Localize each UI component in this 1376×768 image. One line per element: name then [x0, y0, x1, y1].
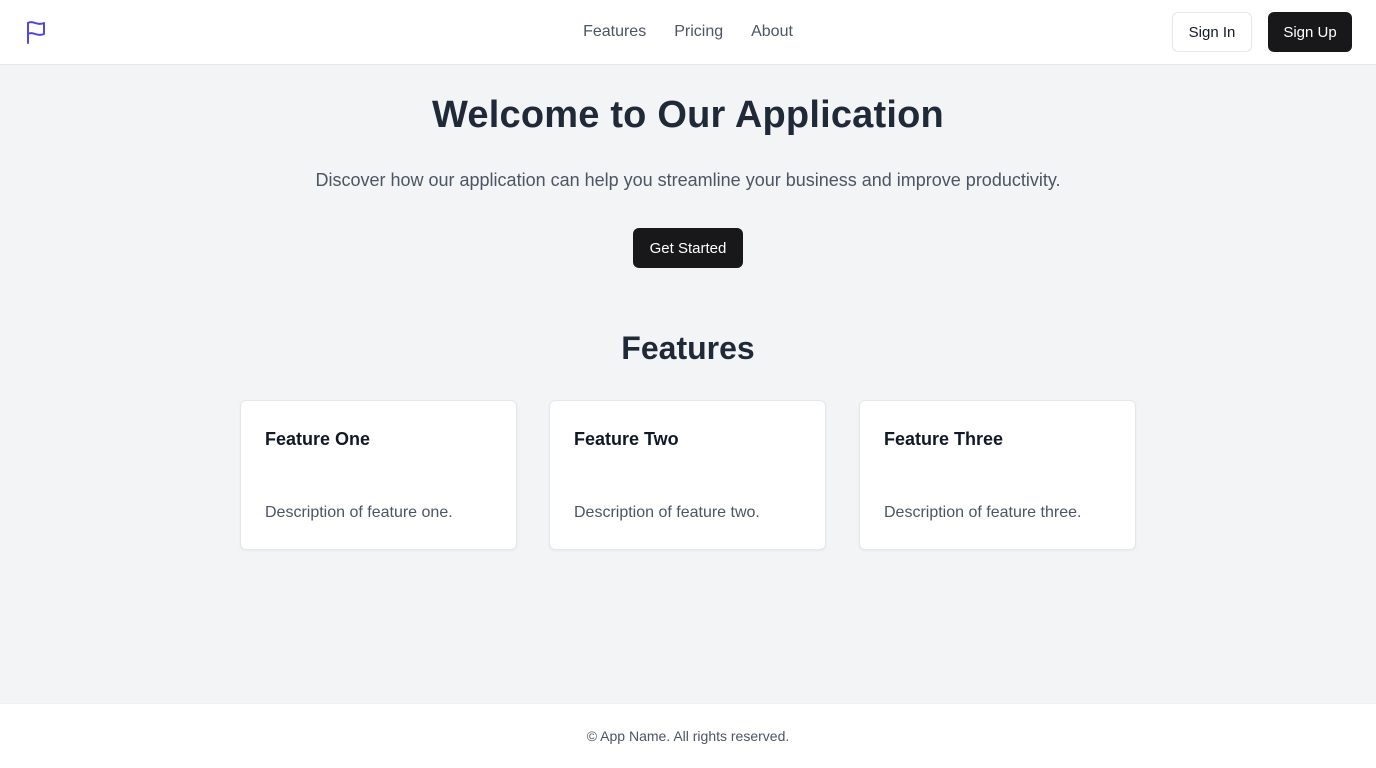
- sign-up-button[interactable]: Sign Up: [1268, 12, 1352, 52]
- feature-card-title: Feature One: [265, 429, 371, 449]
- sign-in-button[interactable]: Sign In: [1172, 12, 1252, 52]
- nav-link-pricing[interactable]: Pricing: [674, 23, 723, 41]
- feature-card-title: Feature Two: [574, 429, 679, 449]
- main-nav: Features Pricing About: [0, 0, 1376, 64]
- top-navigation-bar: Features Pricing About Sign In Sign Up: [0, 0, 1376, 65]
- get-started-button[interactable]: Get Started: [633, 228, 743, 268]
- feature-card-one: Feature One Description of feature one.: [240, 400, 517, 550]
- nav-link-features[interactable]: Features: [583, 23, 646, 41]
- nav-link-about[interactable]: About: [751, 23, 793, 41]
- logo-link[interactable]: [24, 19, 48, 45]
- copyright-text: © App Name. All rights reserved.: [586, 728, 790, 744]
- feature-card-three: Feature Three Description of feature thr…: [859, 400, 1136, 550]
- feature-card-title: Feature Three: [884, 429, 1004, 449]
- features-heading: Features: [621, 330, 755, 366]
- feature-card-description: Description of feature one.: [265, 504, 453, 521]
- hero-subtitle: Discover how our application can help yo…: [315, 170, 1061, 190]
- feature-card-description: Description of feature three.: [884, 504, 1082, 521]
- footer: © App Name. All rights reserved.: [0, 703, 1376, 768]
- flag-icon: [27, 21, 45, 44]
- feature-card-two: Feature Two Description of feature two.: [549, 400, 826, 550]
- feature-card-description: Description of feature two.: [574, 504, 760, 521]
- hero-title: Welcome to Our Application: [432, 94, 944, 136]
